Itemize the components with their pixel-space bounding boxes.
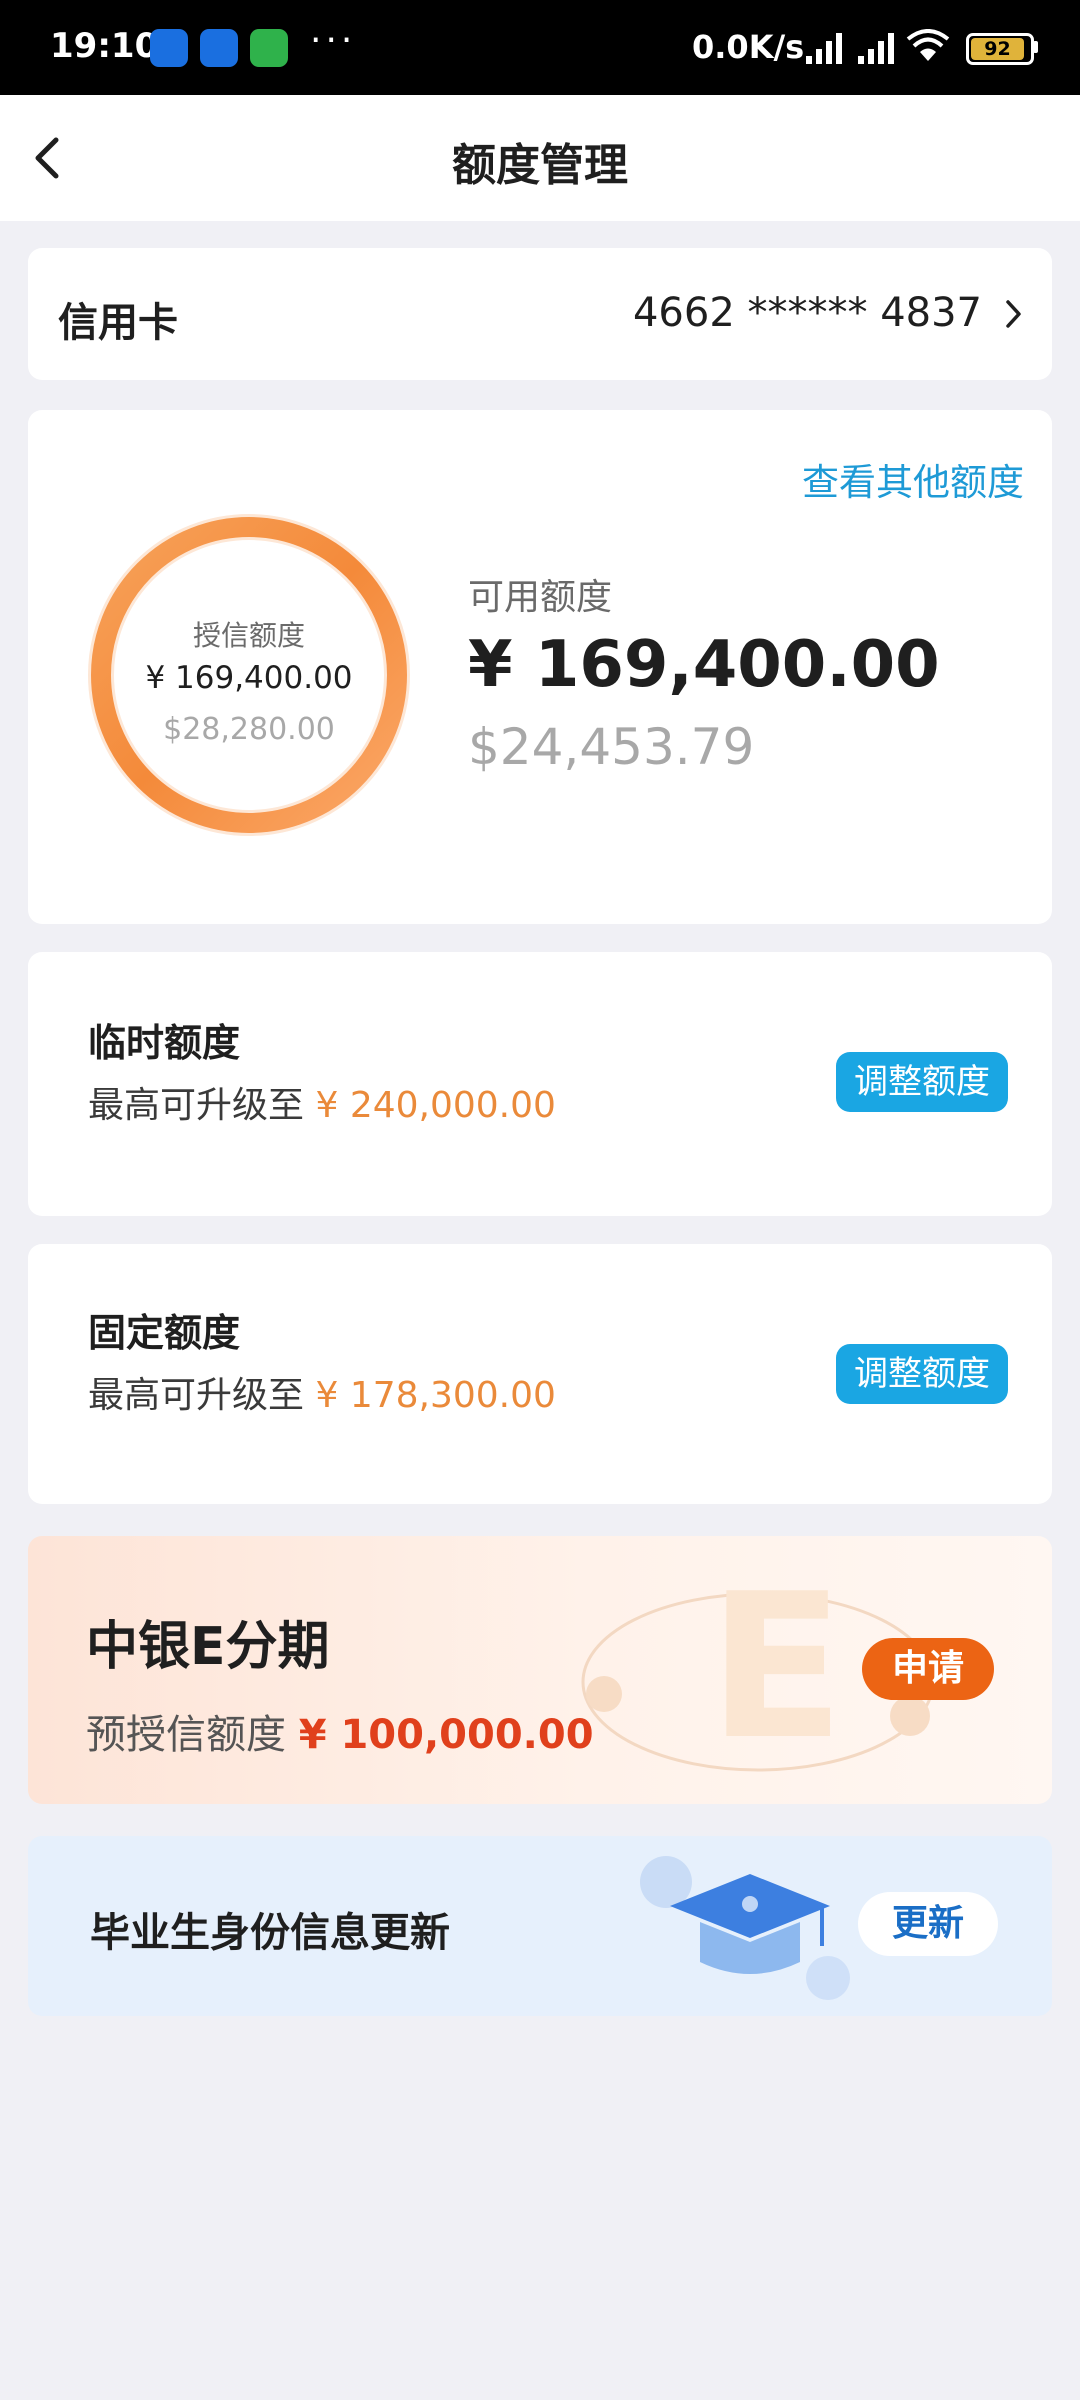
apply-button[interactable]: 申请	[862, 1638, 994, 1700]
more-notifications-icon: ···	[310, 20, 357, 61]
signal-icon	[806, 33, 842, 64]
battery-cap	[1033, 41, 1038, 53]
chevron-right-icon	[1006, 300, 1021, 328]
pre-credit-label: 预授信额度	[86, 1712, 286, 1758]
temporary-limit-title: 临时额度	[88, 1021, 241, 1065]
status-time: 19:10	[50, 26, 159, 66]
temporary-limit-card: 临时额度 最高可升级至 ¥ 240,000.00 调整额度	[28, 952, 1052, 1216]
network-speed: 0.0K/s	[692, 28, 805, 66]
fixed-limit-title: 固定额度	[88, 1311, 241, 1355]
adjust-temporary-limit-button[interactable]: 调整额度	[836, 1052, 1008, 1112]
e-installment-desc: 预授信额度 ¥ 100,000.00	[86, 1702, 594, 1760]
card-number: 4662 ****** 4837	[632, 290, 982, 336]
credit-limit-cny: ¥ 169,400.00	[145, 660, 353, 696]
e-installment-card[interactable]: E 中银E分期 预授信额度 ¥ 100,000.00 申请	[28, 1536, 1052, 1804]
credit-card-label: 信用卡	[58, 300, 178, 346]
e-installment-title: 中银E分期	[86, 1617, 330, 1677]
credit-limit-label: 授信额度	[192, 619, 305, 652]
credit-summary-card: 查看其他额度 授信额度 ¥ 169,400.00 $28,280.00 可用额度…	[28, 410, 1052, 924]
view-other-limits-link[interactable]: 查看其他额度	[802, 452, 1024, 506]
adjust-fixed-limit-button[interactable]: 调整额度	[836, 1344, 1008, 1404]
battery-level: 92	[971, 38, 1024, 60]
available-limit-cny: ¥ 169,400.00	[468, 628, 940, 702]
available-limit-usd: $24,453.79	[468, 718, 755, 776]
temporary-limit-amount: ¥ 240,000.00	[315, 1085, 556, 1126]
security-app-notification-icon	[250, 29, 288, 67]
navigation-bar: 额度管理	[0, 95, 1080, 221]
pre-credit-amount: ¥ 100,000.00	[298, 1712, 594, 1758]
status-bar: 19:10 ··· 0.0K/s 92	[0, 0, 1080, 95]
battery-icon: 92	[966, 33, 1034, 65]
wifi-icon	[906, 29, 950, 61]
bank-app-notification-icon	[150, 29, 188, 67]
update-button[interactable]: 更新	[858, 1892, 998, 1956]
bank-app-notification-icon	[200, 29, 238, 67]
fixed-limit-amount: ¥ 178,300.00	[315, 1375, 556, 1416]
signal-icon	[858, 33, 894, 64]
page-title: 额度管理	[452, 140, 628, 191]
fixed-limit-card: 固定额度 最高可升级至 ¥ 178,300.00 调整额度	[28, 1244, 1052, 1504]
graduate-update-title: 毕业生身份信息更新	[90, 1910, 450, 1956]
temporary-limit-desc-prefix: 最高可升级至	[88, 1085, 305, 1126]
temporary-limit-desc: 最高可升级至 ¥ 240,000.00	[88, 1076, 556, 1128]
fixed-limit-desc-prefix: 最高可升级至	[88, 1375, 305, 1416]
graduation-cap-icon	[640, 1856, 850, 2000]
graduate-info-update-card[interactable]: 毕业生身份信息更新 更新	[28, 1836, 1052, 2016]
credit-limit-ring: 授信额度 ¥ 169,400.00 $28,280.00	[84, 510, 414, 840]
credit-card-selector[interactable]: 信用卡 4662 ****** 4837	[28, 248, 1052, 380]
svg-text:E: E	[708, 1556, 845, 1784]
available-limit-label: 可用额度	[468, 577, 613, 618]
fixed-limit-desc: 最高可升级至 ¥ 178,300.00	[88, 1366, 556, 1418]
credit-limit-usd: $28,280.00	[163, 712, 335, 747]
